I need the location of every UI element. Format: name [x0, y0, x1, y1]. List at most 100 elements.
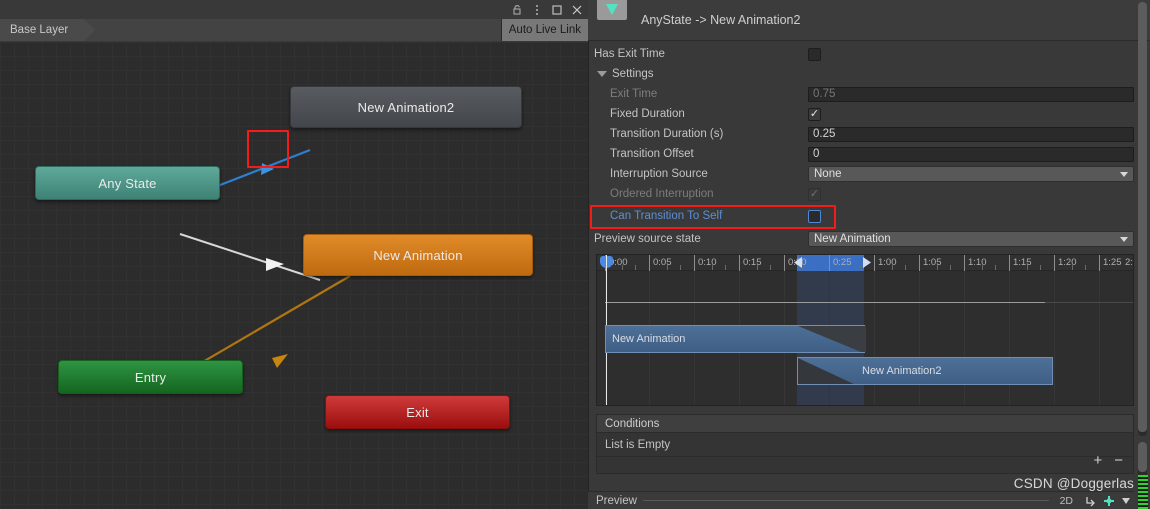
exit-time-field[interactable]: 0.75 — [808, 86, 1134, 102]
transition-offset-value: 0 — [813, 148, 820, 160]
inspector-header: AnyState -> New Animation2 — [588, 0, 1150, 41]
graph-node-label: Any State — [98, 175, 157, 191]
animator-window: Base Layer Auto Live Link Any State New … — [0, 0, 1150, 509]
graph-node-label: New Animation2 — [357, 99, 455, 115]
chevron-down-icon[interactable] — [597, 71, 607, 77]
property-row-preview-source-state[interactable]: Preview source state New Animation — [588, 228, 1150, 250]
conditions-empty-label: List is Empty — [605, 438, 671, 451]
timeline-selection-start-handle[interactable] — [793, 257, 803, 268]
check-icon: ✓ — [809, 187, 820, 200]
timeline-tick: 0:10 — [694, 255, 717, 271]
property-row-settings[interactable]: Settings — [588, 64, 1150, 84]
chevron-down-icon — [1120, 171, 1128, 177]
graph-node-label: New Animation — [373, 247, 463, 263]
property-label: Transition Offset — [610, 148, 694, 160]
property-label: Ordered Interruption — [610, 188, 714, 200]
graph-titlebar — [0, 0, 588, 19]
property-label: Transition Duration (s) — [610, 128, 724, 140]
preview-source-state-dropdown[interactable]: New Animation — [808, 231, 1134, 247]
graph-node-new-animation[interactable]: New Animation — [303, 234, 533, 276]
fixed-duration-checkbox[interactable]: ✓ — [808, 107, 821, 121]
graph-node-new-animation2[interactable]: New Animation2 — [290, 86, 522, 128]
property-label: Has Exit Time — [594, 48, 665, 60]
timeline-clip-label: New Animation — [612, 333, 686, 345]
interruption-source-value: None — [814, 168, 842, 180]
breadcrumb-label: Base Layer — [10, 24, 69, 36]
conditions-buttons: + − — [1093, 453, 1123, 468]
lock-icon[interactable] — [511, 4, 523, 16]
property-row-transition-duration[interactable]: Transition Duration (s) 0.25 — [588, 124, 1150, 144]
clip-fade-out — [798, 326, 866, 352]
timeline-clip-new-animation[interactable]: New Animation — [605, 325, 866, 353]
auto-live-link-button[interactable]: Auto Live Link — [500, 19, 588, 41]
conditions-header: Conditions — [596, 414, 1134, 433]
transition-duration-field[interactable]: 0.25 — [808, 126, 1134, 142]
timeline-ruler[interactable]: 0:00 0:05 0:10 0:15 0:20 0:25 1:00 1:05 … — [597, 255, 1133, 271]
auto-live-link-label: Auto Live Link — [508, 24, 581, 36]
transition-duration-value: 0.25 — [813, 128, 836, 140]
preview-source-state-value: New Animation — [814, 233, 891, 245]
watermark: CSDN @Doggerlas — [1013, 476, 1134, 491]
has-exit-time-checkbox[interactable] — [808, 47, 821, 61]
preview-label: Preview — [596, 494, 637, 507]
property-row-transition-offset[interactable]: Transition Offset 0 — [588, 144, 1150, 164]
preview-2d-toggle[interactable]: 2D — [1055, 495, 1078, 507]
property-row-has-exit-time[interactable]: Has Exit Time — [588, 44, 1150, 64]
transition-inspector: AnyState -> New Animation2 Has Exit Time… — [588, 0, 1150, 509]
maximize-icon[interactable] — [551, 4, 563, 16]
ordered-interruption-checkbox: ✓ — [808, 187, 821, 201]
transition-offset-field[interactable]: 0 — [808, 146, 1134, 162]
chevron-down-icon — [1120, 236, 1128, 242]
graph-node-exit[interactable]: Exit — [325, 395, 510, 429]
property-label: Can Transition To Self — [610, 210, 723, 222]
scrollbar-thumb[interactable] — [1138, 442, 1147, 472]
property-label: Interruption Source — [610, 168, 708, 180]
add-condition-button[interactable]: + — [1093, 453, 1102, 468]
conditions-header-label: Conditions — [605, 417, 660, 430]
graph-canvas[interactable]: Any State New Animation2 New Animation E… — [0, 42, 588, 509]
exit-time-value: 0.75 — [813, 88, 836, 100]
audio-level-meter — [1138, 475, 1148, 509]
can-transition-to-self-checkbox[interactable] — [808, 209, 821, 223]
timeline-tick: 1:10 — [964, 255, 987, 271]
chevron-down-icon[interactable] — [1122, 497, 1130, 504]
property-label: Exit Time — [610, 88, 658, 100]
timeline-blend-curve-tail — [1045, 302, 1133, 303]
timeline-clip-label: New Animation2 — [862, 365, 942, 377]
property-label: Preview source state — [594, 233, 701, 245]
pivot-rotate-icon[interactable] — [1084, 495, 1096, 507]
property-label: Settings — [612, 68, 654, 80]
kebab-menu-icon[interactable] — [531, 4, 543, 16]
graph-node-any-state[interactable]: Any State — [35, 166, 220, 200]
conditions-section: Conditions List is Empty + − — [596, 414, 1134, 474]
check-icon: ✓ — [809, 107, 820, 120]
graph-node-label: Entry — [134, 369, 167, 385]
property-row-interruption-source[interactable]: Interruption Source None — [588, 164, 1150, 184]
property-row-fixed-duration[interactable]: Fixed Duration ✓ — [588, 104, 1150, 124]
property-row-exit-time[interactable]: Exit Time 0.75 — [588, 84, 1150, 104]
timeline-tick: 0:05 — [649, 255, 672, 271]
breadcrumb-base-layer[interactable]: Base Layer — [0, 19, 96, 41]
timeline-blend-curve — [605, 302, 1045, 303]
timeline-tick: 0:15 — [739, 255, 762, 271]
property-row-can-transition-to-self[interactable]: Can Transition To Self — [588, 204, 1150, 229]
settings-foldout-group: Settings — [594, 68, 808, 80]
timeline-tick: 2:0 — [1125, 257, 1133, 268]
property-row-ordered-interruption: Ordered Interruption ✓ — [588, 184, 1150, 204]
remove-condition-button[interactable]: − — [1114, 453, 1123, 468]
light-icon[interactable] — [1102, 495, 1116, 507]
breadcrumb-tail — [84, 19, 501, 41]
inspector-scrollbar[interactable] — [1138, 2, 1147, 436]
timeline-tick: 1:25 — [1099, 255, 1122, 271]
graph-node-entry[interactable]: Entry — [58, 360, 243, 394]
scrollbar-thumb[interactable] — [1138, 2, 1147, 432]
close-icon[interactable] — [571, 4, 583, 16]
interruption-source-dropdown[interactable]: None — [808, 166, 1134, 182]
timeline-clip-new-animation2[interactable]: New Animation2 — [797, 357, 1053, 385]
timeline-tick: 1:00 — [874, 255, 897, 271]
timeline-selection-end-handle[interactable] — [862, 257, 872, 268]
transition-timeline[interactable]: 0:00 0:05 0:10 0:15 0:20 0:25 1:00 1:05 … — [596, 254, 1134, 406]
timeline-tick: 1:15 — [1009, 255, 1032, 271]
breadcrumb-bar: Base Layer Auto Live Link — [0, 19, 588, 41]
property-label: Fixed Duration — [610, 108, 685, 120]
